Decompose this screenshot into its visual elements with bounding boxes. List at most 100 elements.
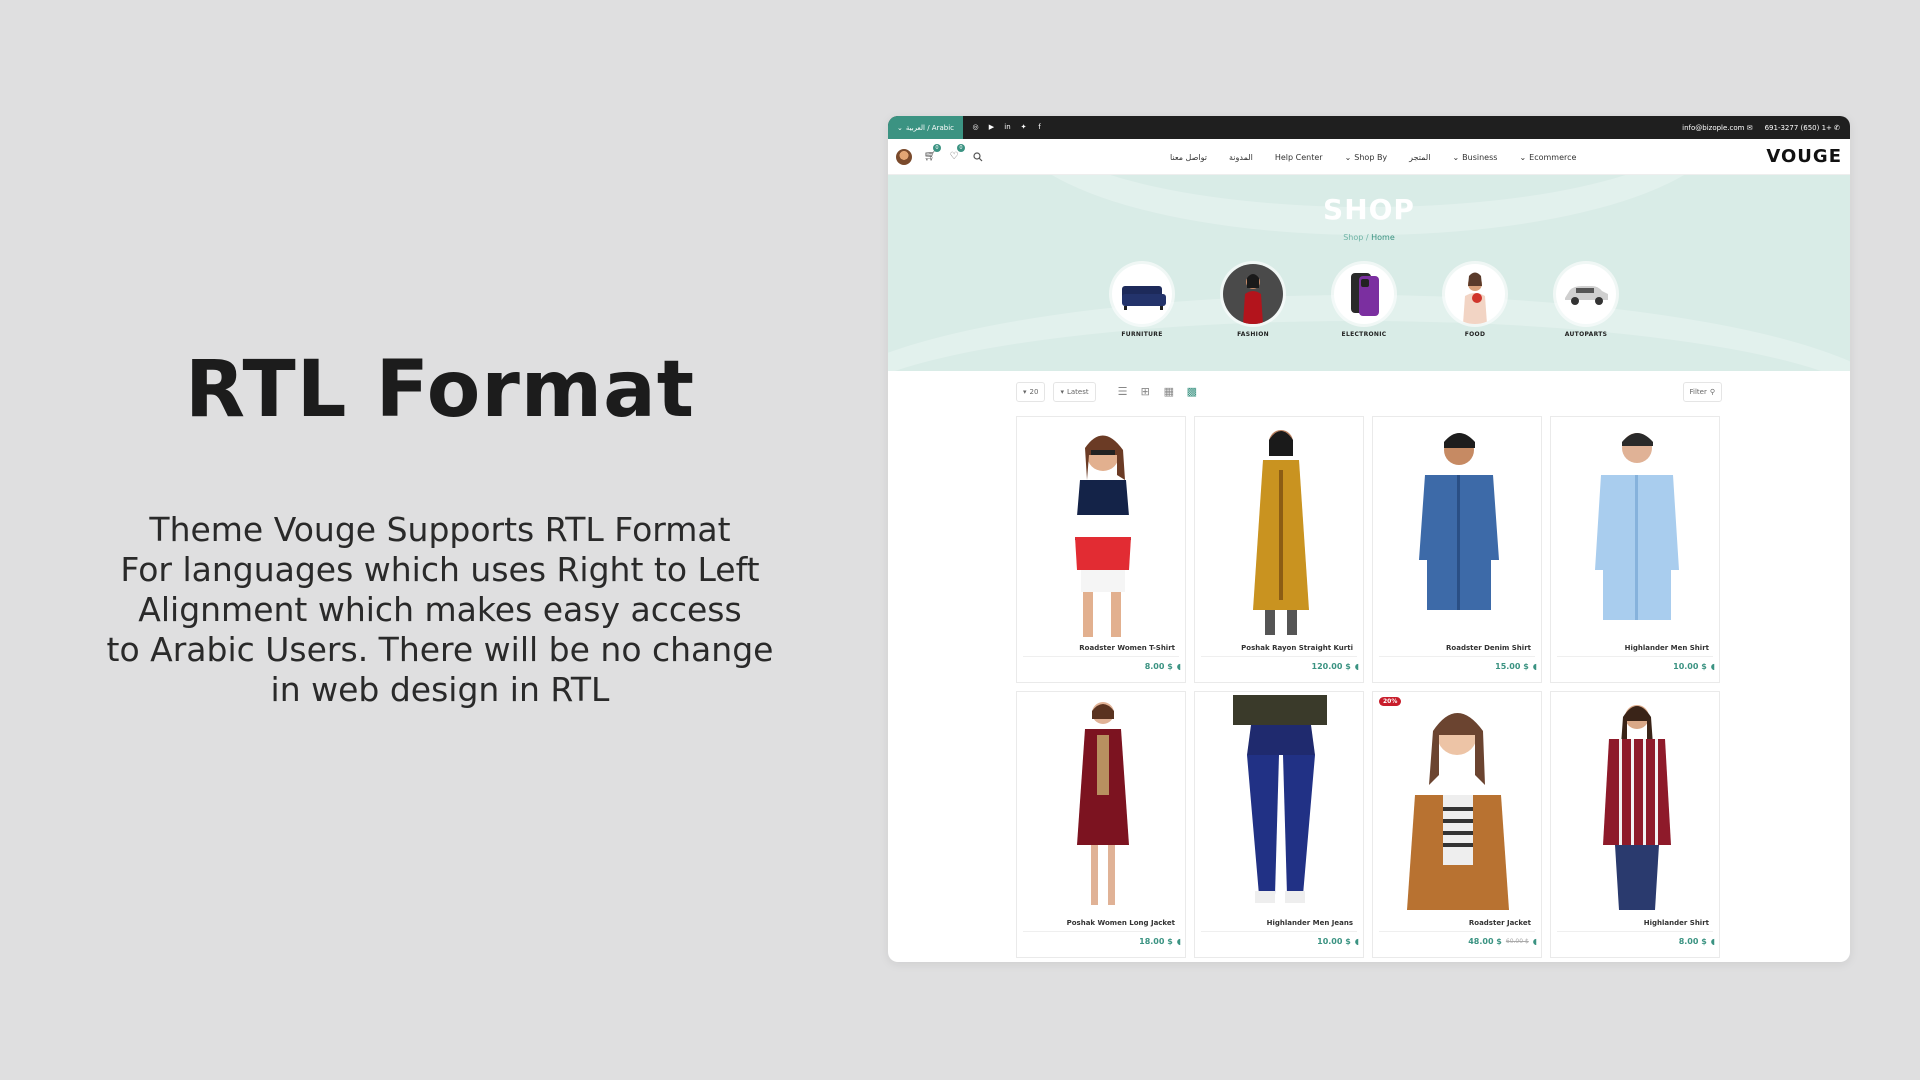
category-fashion[interactable]: FASHION xyxy=(1223,264,1283,338)
menu-label: Help Center xyxy=(1274,152,1323,162)
menu-label: Ecommerce xyxy=(1529,152,1577,162)
product-card[interactable]: Poshak Women Long Jacket 18.00 $ ◖ xyxy=(1016,691,1186,958)
product-card[interactable]: Highlander Shirt 8.00 $ ◖ xyxy=(1550,691,1720,958)
grid-2-view-icon[interactable]: ⊞ xyxy=(1141,386,1152,397)
divider xyxy=(1023,656,1179,657)
filter-button[interactable]: Filter ⚲ xyxy=(1682,382,1722,402)
chevron-down-icon: ⌄ xyxy=(896,123,903,132)
product-image xyxy=(1381,695,1533,917)
product-name[interactable]: Roadster Women T-Shirt xyxy=(1079,644,1175,652)
social-links: ◎ ▶ in ✦ f xyxy=(972,124,1043,131)
cart-icon: 🛒︎ xyxy=(923,151,937,162)
divider xyxy=(1379,656,1535,657)
divider xyxy=(1557,931,1713,932)
linkedin-icon[interactable]: in xyxy=(1004,124,1011,131)
breadcrumb-shop[interactable]: Shop xyxy=(1343,233,1363,242)
cart-icon[interactable]: ◖ xyxy=(1177,937,1181,946)
product-name[interactable]: Highlander Shirt xyxy=(1644,919,1709,927)
menu-item-ecommerce[interactable]: ⌄ Ecommerce xyxy=(1519,153,1576,162)
breadcrumb-separator: / xyxy=(1365,233,1369,242)
category-label: FASHION xyxy=(1237,331,1269,338)
store-screenshot: ⌄ العربية / Arabic ◎ ▶ in ✦ f info@bizop… xyxy=(888,116,1850,962)
chevron-down-icon: ⌄ xyxy=(1452,152,1460,162)
cart-icon[interactable]: ◖ xyxy=(1711,662,1715,671)
cart-icon[interactable]: ◖ xyxy=(1355,662,1359,671)
product-grid: Roadster Women T-Shirt 8.00 $ ◖ Poshak Ra… xyxy=(1016,416,1722,958)
menu-label: Business xyxy=(1462,152,1498,162)
language-switcher[interactable]: ⌄ العربية / Arabic xyxy=(888,116,963,139)
menu-item-store[interactable]: المتجر xyxy=(1409,153,1430,162)
wishlist-count-badge: 0 xyxy=(957,143,965,152)
product-name[interactable]: Roadster Jacket xyxy=(1469,919,1531,927)
cart-icon[interactable]: ◖ xyxy=(1711,937,1715,946)
product-image xyxy=(1025,695,1177,917)
category-label: ELECTRONIC xyxy=(1341,331,1387,338)
phone-link[interactable]: 691-3277 (650) 1+ ✆ xyxy=(1765,124,1840,132)
email-link[interactable]: info@bizople.com ✉ xyxy=(1682,124,1752,132)
menu-item-help-center[interactable]: Help Center xyxy=(1275,153,1323,162)
sort-select[interactable]: ▾ Latest xyxy=(1053,382,1096,402)
product-name[interactable]: Highlander Men Jeans xyxy=(1267,919,1353,927)
cart-icon[interactable]: ◖ xyxy=(1355,937,1359,946)
youtube-icon[interactable]: ▶ xyxy=(988,124,995,131)
contact-info: info@bizople.com ✉ 691-3277 (650) 1+ ✆ xyxy=(1682,124,1840,132)
category-autoparts[interactable]: AUTOPARTS xyxy=(1556,264,1616,338)
cart-button[interactable]: 🛒︎ 0 xyxy=(923,143,941,163)
food-image xyxy=(1445,264,1505,324)
product-card[interactable]: Roadster Women T-Shirt 8.00 $ ◖ xyxy=(1016,416,1186,683)
category-food[interactable]: FOOD xyxy=(1445,264,1505,338)
search-button[interactable] xyxy=(972,151,984,163)
product-price: 8.00 $ ◖ xyxy=(1145,662,1181,671)
avatar[interactable] xyxy=(896,148,912,165)
product-card[interactable]: Roadster Denim Shirt 15.00 $ ◖ xyxy=(1372,416,1542,683)
old-price: 60.00 $ xyxy=(1505,938,1529,945)
product-image xyxy=(1203,695,1355,917)
price-value: 10.00 $ xyxy=(1317,937,1351,946)
cart-icon[interactable]: ◖ xyxy=(1177,662,1181,671)
twitter-icon[interactable]: ✦ xyxy=(1020,124,1027,131)
cart-count-badge: 0 xyxy=(933,143,941,152)
view-switcher: ☰ ⊞ ▦ ▩ xyxy=(1118,386,1198,397)
product-image xyxy=(1203,420,1355,642)
category-label: AUTOPARTS xyxy=(1564,331,1608,338)
cart-icon[interactable]: ◖ xyxy=(1533,937,1537,946)
menu-item-blog[interactable]: المدونة xyxy=(1229,153,1253,162)
per-page-select[interactable]: ▾ 20 xyxy=(1016,382,1046,402)
breadcrumb-home[interactable]: Home xyxy=(1371,233,1395,242)
menu-item-contact[interactable]: تواصل معنا xyxy=(1170,153,1207,162)
product-card[interactable]: Poshak Rayon Straight Kurti 120.00 $ ◖ xyxy=(1194,416,1364,683)
main-navbar: 🛒︎ 0 ♡ 0 تواصل معنا المدونة Help Center … xyxy=(888,139,1850,175)
product-name[interactable]: Poshak Rayon Straight Kurti xyxy=(1241,644,1353,652)
product-name[interactable]: Roadster Denim Shirt xyxy=(1446,644,1531,652)
cart-icon[interactable]: ◖ xyxy=(1533,662,1537,671)
promo-line: to Arabic Users. There will be no change xyxy=(106,630,774,669)
wishlist-button[interactable]: ♡ 0 xyxy=(948,143,965,163)
divider xyxy=(1201,931,1357,932)
menu-item-shop-by[interactable]: ⌄ Shop By xyxy=(1345,153,1388,162)
list-view-icon[interactable]: ☰ xyxy=(1118,386,1129,397)
product-card[interactable]: 20% Roadster Jacket 48.00 $60.00 $ ◖ xyxy=(1372,691,1542,958)
grid-4-view-icon[interactable]: ▩ xyxy=(1187,386,1198,397)
shop-hero: SHOP Shop / Home FURNITURE FASHION ELECT… xyxy=(888,175,1850,371)
menu-item-business[interactable]: ⌄ Business xyxy=(1452,153,1497,162)
product-card[interactable]: Highlander Men Shirt 10.00 $ ◖ xyxy=(1550,416,1720,683)
language-label: العربية / Arabic xyxy=(905,123,955,132)
per-page-value: 20 xyxy=(1029,388,1039,396)
price-value: 8.00 $ xyxy=(1678,937,1707,946)
category-electronic[interactable]: ELECTRONIC xyxy=(1334,264,1394,338)
product-name[interactable]: Poshak Women Long Jacket xyxy=(1067,919,1175,927)
shop-toolbar: ▾ 20 ▾ Latest ☰ ⊞ ▦ ▩ Filter ⚲ xyxy=(1016,381,1722,403)
facebook-icon[interactable]: f xyxy=(1036,124,1043,131)
grid-3-view-icon[interactable]: ▦ xyxy=(1164,386,1175,397)
product-card[interactable]: Highlander Men Jeans 10.00 $ ◖ xyxy=(1194,691,1364,958)
site-logo[interactable]: VOUGE xyxy=(1766,146,1842,167)
menu-label: المدونة xyxy=(1228,152,1253,162)
product-image xyxy=(1381,420,1533,642)
heart-icon: ♡ xyxy=(949,151,959,162)
divider xyxy=(1023,931,1179,932)
category-furniture[interactable]: FURNITURE xyxy=(1112,264,1172,338)
product-image xyxy=(1559,695,1711,917)
product-name[interactable]: Highlander Men Shirt xyxy=(1625,644,1709,652)
email-text: info@bizople.com xyxy=(1682,123,1745,132)
instagram-icon[interactable]: ◎ xyxy=(972,124,979,131)
